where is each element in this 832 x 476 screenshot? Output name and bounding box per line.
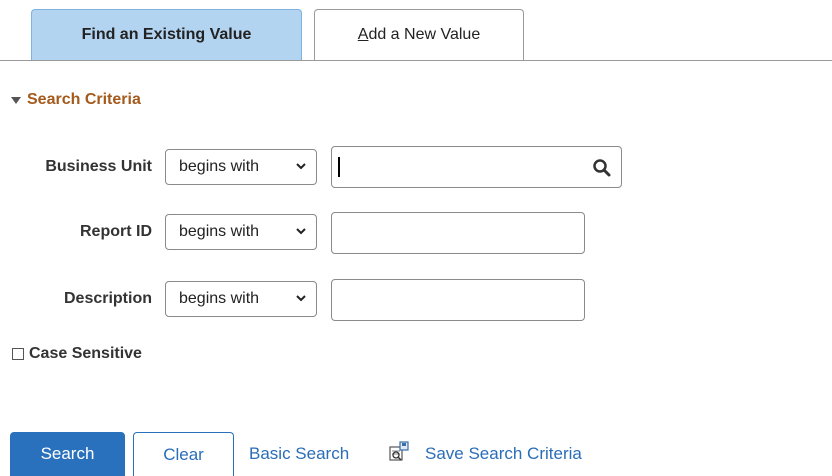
text-caret — [338, 157, 340, 177]
case-sensitive-checkbox[interactable] — [12, 348, 24, 360]
search-button[interactable]: Search — [10, 432, 125, 476]
save-search-criteria-link[interactable]: Save Search Criteria — [425, 444, 582, 464]
tab-add-new-value[interactable]: Add a New Value — [314, 9, 524, 60]
report-id-label: Report ID — [80, 223, 152, 240]
case-sensitive-label: Case Sensitive — [29, 345, 142, 362]
save-search-icon[interactable] — [388, 441, 410, 463]
description-label: Description — [63, 290, 152, 307]
business-unit-input[interactable] — [331, 146, 622, 188]
case-sensitive-option[interactable]: Case Sensitive — [12, 345, 142, 363]
chevron-down-icon — [296, 295, 306, 302]
chevron-down-icon — [296, 228, 306, 235]
tab-label: Find an Existing Value — [81, 26, 252, 43]
basic-search-link[interactable]: Basic Search — [249, 444, 349, 464]
tab-accesskey: A — [357, 26, 369, 43]
description-operator-select[interactable]: begins with — [165, 281, 317, 317]
select-value: begins with — [179, 223, 260, 240]
section-title: Search Criteria — [27, 91, 141, 108]
collapse-triangle-icon[interactable] — [11, 96, 21, 104]
search-criteria-header[interactable]: Search Criteria — [11, 91, 141, 109]
select-value: begins with — [179, 290, 260, 307]
tabs-divider — [0, 60, 832, 61]
search-icon[interactable] — [592, 158, 612, 178]
report-id-operator-select[interactable]: begins with — [165, 214, 317, 250]
clear-button[interactable]: Clear — [133, 432, 234, 476]
select-value: begins with — [179, 158, 260, 175]
report-id-input[interactable] — [331, 212, 585, 254]
tab-find-existing-value[interactable]: Find an Existing Value — [31, 9, 302, 60]
business-unit-label: Business Unit — [45, 158, 152, 175]
description-input[interactable] — [331, 279, 585, 321]
chevron-down-icon — [296, 163, 306, 170]
tab-label: dd a New Value — [368, 26, 481, 43]
business-unit-operator-select[interactable]: begins with — [165, 149, 317, 185]
